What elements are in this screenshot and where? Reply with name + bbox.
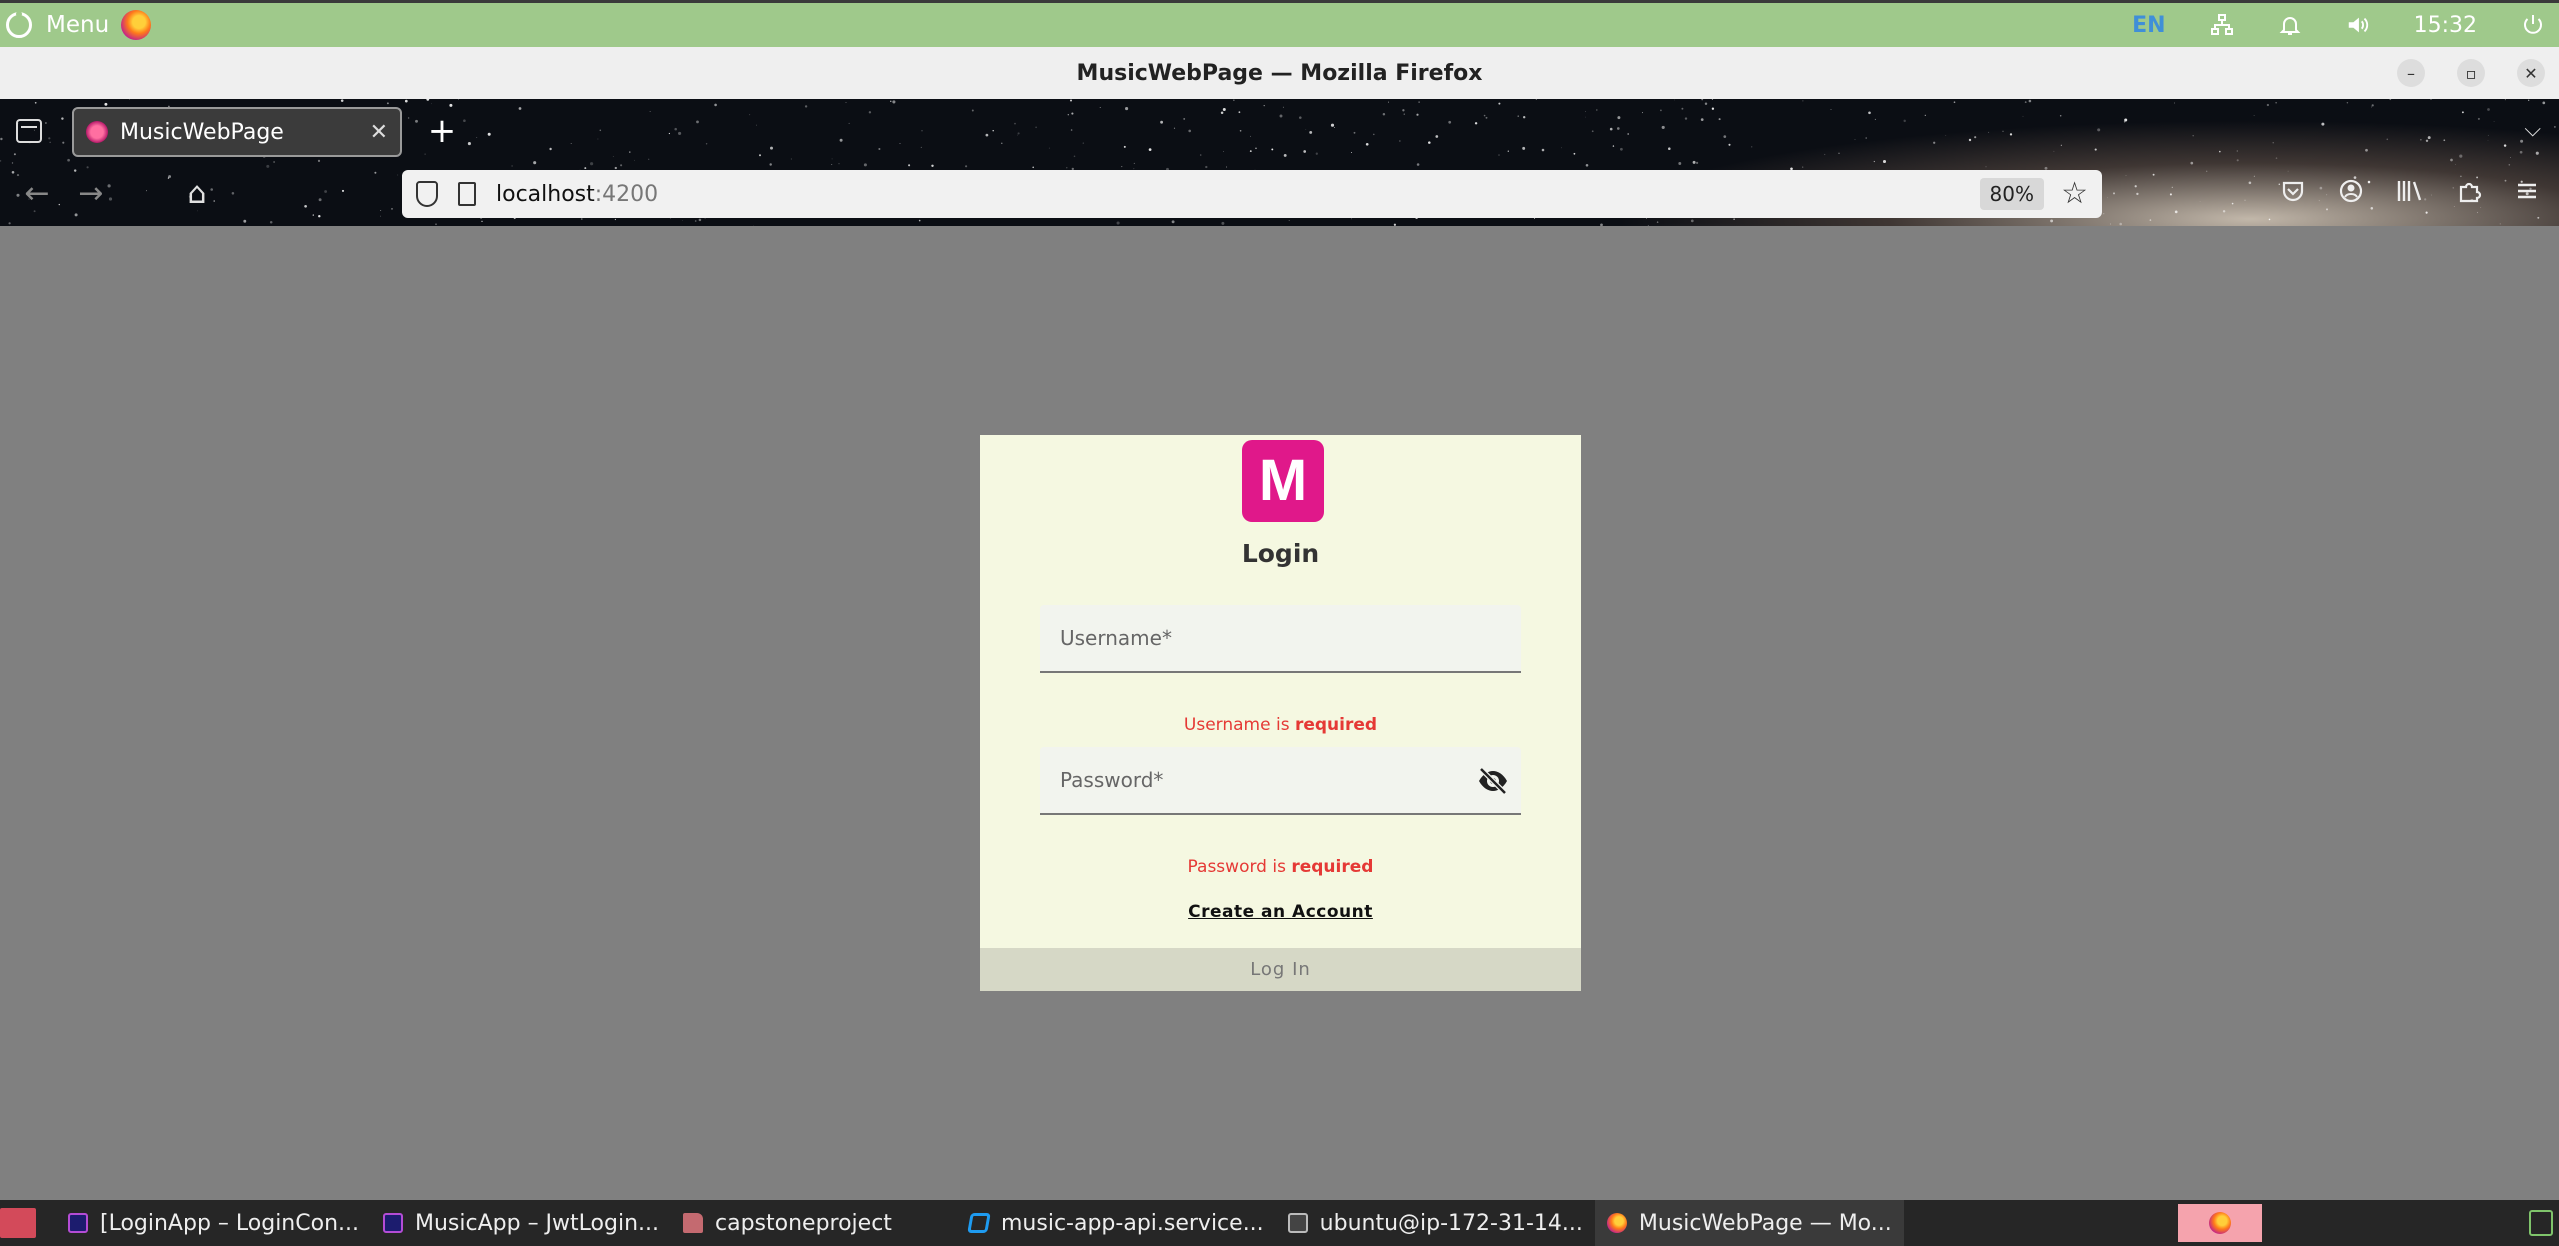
- terminal-icon: [1287, 1213, 1308, 1233]
- minimize-button[interactable]: –: [2397, 59, 2425, 87]
- taskbar-item-label: [LoginApp – LoginCon...: [100, 1210, 359, 1236]
- username-field[interactable]: [1040, 605, 1521, 673]
- clock[interactable]: 15:32: [2414, 13, 2477, 38]
- app-logo: M: [1242, 440, 1324, 522]
- os-menu-label: Menu: [46, 12, 110, 38]
- password-error-prefix: Password is: [1187, 857, 1292, 877]
- taskbar-item-label: MusicWebPage — Mo...: [1638, 1210, 1892, 1236]
- taskbar-item-capstoneproject[interactable]: capstoneproject: [671, 1200, 957, 1246]
- page-viewport: M Login Username is required Password is…: [0, 226, 2559, 1200]
- pocket-icon[interactable]: [2279, 177, 2307, 205]
- os-menu-button[interactable]: Menu: [6, 10, 152, 40]
- window-titlebar[interactable]: MusicWebPage — Mozilla Firefox – ▫ ✕: [0, 47, 2559, 99]
- list-all-tabs-button[interactable]: ⌵: [2524, 117, 2541, 142]
- taskbar-item-label: music-app-api.service...: [1001, 1210, 1264, 1236]
- jetbrains-icon: [383, 1213, 403, 1233]
- taskbar-item-terminal[interactable]: ubuntu@ip-172-31-14...: [1276, 1200, 1595, 1246]
- taskbar-item-musicapp[interactable]: MusicApp – JwtLogin...: [371, 1200, 671, 1246]
- taskbar-item-label: capstoneproject: [715, 1210, 892, 1236]
- tab-strip: MusicWebPage ✕ + ⌵: [0, 99, 2559, 163]
- url-host: localhost: [496, 181, 595, 207]
- network-icon[interactable]: [2210, 13, 2234, 37]
- keyboard-language-indicator[interactable]: EN: [2132, 13, 2165, 38]
- window-controls: – ▫ ✕: [2397, 59, 2545, 87]
- password-error-strong: required: [1291, 857, 1374, 877]
- taskbar-item-label: ubuntu@ip-172-31-14...: [1319, 1210, 1583, 1236]
- username-error-strong: required: [1294, 715, 1378, 735]
- browser-toolbar-area: MusicWebPage ✕ + ⌵ ← → ⌂ localhost:4200 …: [0, 99, 2559, 226]
- os-taskbar: [LoginApp – LoginCon... MusicApp – JwtLo…: [0, 1200, 2559, 1246]
- forward-button[interactable]: →: [74, 177, 108, 211]
- tab-title: MusicWebPage: [120, 119, 284, 145]
- new-tab-button[interactable]: +: [424, 113, 460, 149]
- maximize-button[interactable]: ▫: [2457, 59, 2485, 87]
- taskbar-item-loginapp[interactable]: [LoginApp – LoginCon...: [56, 1200, 371, 1246]
- create-account-link[interactable]: Create an Account: [980, 902, 1581, 922]
- toggle-password-visibility-icon[interactable]: [1477, 767, 1509, 795]
- extensions-icon[interactable]: [2455, 177, 2483, 205]
- taskbar-item-vscode[interactable]: music-app-api.service...: [957, 1200, 1276, 1246]
- back-button[interactable]: ←: [20, 177, 54, 211]
- page-info-icon[interactable]: [458, 182, 476, 206]
- window-title: MusicWebPage — Mozilla Firefox: [1076, 60, 1483, 86]
- navigation-bar: ← → ⌂ localhost:4200 80% ☆: [0, 163, 2559, 226]
- username-error-message: Username is required: [980, 715, 1581, 735]
- show-desktop-icon[interactable]: [0, 1208, 36, 1238]
- tab-favicon-icon: [86, 121, 108, 143]
- url-port: :4200: [594, 181, 659, 207]
- password-error-message: Password is required: [980, 857, 1581, 877]
- tab-overview-icon[interactable]: [16, 119, 42, 143]
- system-tray: EN 15:32: [2132, 3, 2545, 47]
- close-window-button[interactable]: ✕: [2517, 59, 2545, 87]
- login-card: M Login Username is required Password is…: [980, 435, 1581, 991]
- vscode-icon: [967, 1213, 991, 1233]
- password-input[interactable]: [1040, 747, 1521, 813]
- os-top-panel: Menu EN 15:32: [0, 0, 2559, 47]
- library-icon[interactable]: [2395, 177, 2425, 205]
- login-title: Login: [1241, 539, 1320, 568]
- firefox-icon: [1606, 1213, 1627, 1233]
- account-icon[interactable]: [2337, 177, 2365, 205]
- folder-icon: [683, 1213, 703, 1233]
- workspace-switcher-active[interactable]: [2178, 1204, 2262, 1242]
- address-bar[interactable]: localhost:4200 80% ☆: [402, 170, 2102, 218]
- taskbar-item-label: MusicApp – JwtLogin...: [415, 1210, 659, 1236]
- firefox-launcher-icon[interactable]: [121, 10, 152, 40]
- log-in-button[interactable]: Log In: [980, 948, 1581, 991]
- jetbrains-icon: [68, 1213, 88, 1233]
- toolbar-extensions: [2279, 177, 2541, 205]
- url-text[interactable]: localhost:4200: [496, 182, 658, 207]
- tab-close-icon[interactable]: ✕: [370, 120, 388, 145]
- zoom-level-badge[interactable]: 80%: [1979, 178, 2044, 210]
- notification-icon[interactable]: [2278, 13, 2302, 37]
- tab-musicwebpage[interactable]: MusicWebPage ✕: [72, 107, 402, 157]
- ubuntu-icon: [6, 11, 32, 38]
- password-field[interactable]: [1040, 747, 1521, 815]
- taskbar-item-firefox[interactable]: MusicWebPage — Mo...: [1594, 1200, 1904, 1246]
- power-icon[interactable]: [2521, 13, 2545, 37]
- username-error-prefix: Username is: [1183, 715, 1295, 735]
- username-input[interactable]: [1040, 605, 1521, 671]
- trash-icon[interactable]: [2529, 1210, 2553, 1236]
- bookmark-star-icon[interactable]: ☆: [2061, 178, 2088, 210]
- hamburger-menu-icon[interactable]: [2513, 177, 2541, 205]
- volume-icon[interactable]: [2346, 13, 2370, 37]
- home-button[interactable]: ⌂: [180, 177, 214, 211]
- firefox-icon: [2209, 1212, 2231, 1234]
- tracking-protection-shield-icon[interactable]: [416, 181, 438, 207]
